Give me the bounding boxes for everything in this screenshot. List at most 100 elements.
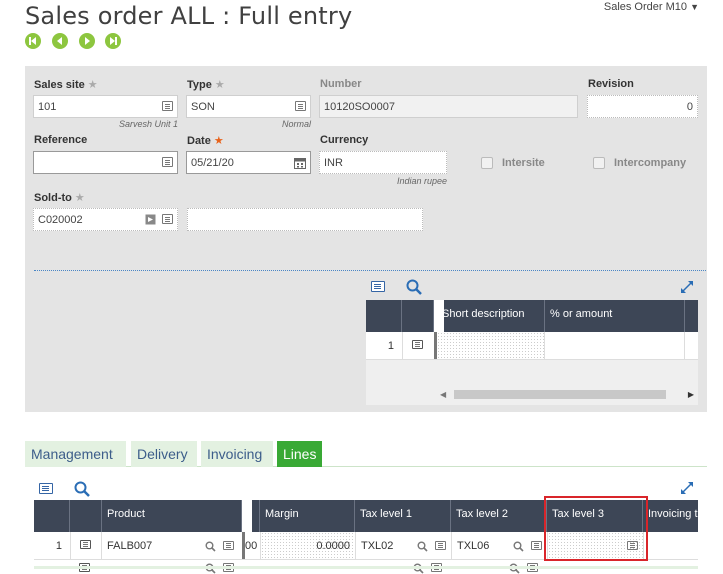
tax-level-2-value: TXL06: [457, 540, 490, 552]
row-number-header: [366, 300, 402, 332]
sales-site-field[interactable]: 101: [33, 95, 178, 118]
product-cell[interactable]: FALB007: [102, 532, 242, 559]
tab-delivery[interactable]: Delivery: [131, 441, 197, 467]
invoicing-cell[interactable]: [643, 532, 698, 559]
intersite-checkbox[interactable]: [481, 157, 493, 169]
margin-cell[interactable]: 0.0000: [260, 532, 355, 559]
column-header-invoicing[interactable]: Invoicing t: [643, 500, 698, 532]
first-record-icon[interactable]: [25, 33, 41, 49]
hidden-column-cell[interactable]: 00: [245, 532, 260, 559]
row-action-cell[interactable]: [402, 332, 434, 359]
reference-field[interactable]: [33, 151, 178, 174]
selection-icon[interactable]: [162, 101, 173, 111]
sold-to-label: Sold-to ★: [34, 192, 85, 204]
date-field[interactable]: 05/21/20: [186, 151, 311, 174]
column-header-percent-amount[interactable]: % or amount: [545, 300, 685, 332]
grid-list-icon[interactable]: [39, 483, 53, 494]
revision-label: Revision: [588, 78, 634, 90]
tunnel-icon[interactable]: [145, 214, 156, 228]
row-action-cell[interactable]: [70, 532, 102, 559]
last-record-icon[interactable]: [105, 33, 121, 49]
row-number-header: [34, 500, 70, 532]
selection-icon[interactable]: [531, 541, 542, 550]
highlight-box: [544, 496, 648, 561]
tax-level-1-cell[interactable]: TXL02: [355, 532, 451, 559]
revision-field[interactable]: 0: [587, 95, 698, 118]
currency-description: Indian rupee: [396, 176, 447, 186]
tab-lines[interactable]: Lines: [277, 441, 322, 467]
tax-level-2-cell[interactable]: TXL06: [451, 532, 547, 559]
currency-value: INR: [324, 157, 343, 169]
previous-record-icon[interactable]: [52, 33, 68, 49]
column-header-product[interactable]: Product: [102, 500, 242, 532]
tax-level-1-value: TXL02: [361, 540, 394, 552]
product-value: FALB007: [107, 540, 153, 552]
row-number: 1: [387, 340, 394, 352]
horizontal-scrollbar[interactable]: ◀ ▶: [440, 389, 694, 400]
row-action-header: [70, 500, 102, 532]
lookup-icon[interactable]: [205, 541, 216, 552]
tab-management[interactable]: Management: [25, 441, 126, 467]
calendar-icon[interactable]: [294, 157, 306, 172]
sold-to-name-field: [187, 208, 423, 231]
row-number: 1: [55, 540, 62, 552]
function-menu[interactable]: Sales Order M10 ▼: [604, 1, 699, 13]
number-value: 10120SO0007: [324, 101, 395, 113]
expand-icon[interactable]: [680, 280, 694, 299]
reference-label: Reference: [34, 134, 88, 146]
grid-search-icon[interactable]: [74, 481, 90, 497]
caret-down-icon: ▼: [690, 2, 699, 12]
column-header-margin[interactable]: Margin: [260, 500, 355, 532]
type-field[interactable]: SON: [186, 95, 311, 118]
type-description: Normal: [281, 119, 311, 129]
sold-to-field[interactable]: C020002: [33, 208, 178, 231]
function-menu-label: Sales Order M10: [603, 1, 688, 13]
currency-field[interactable]: INR: [319, 151, 447, 174]
selection-icon[interactable]: [295, 101, 306, 111]
sales-site-description: Sarvesh Unit 1: [118, 119, 178, 129]
required-star-icon: ★: [213, 135, 224, 147]
currency-label: Currency: [320, 134, 369, 146]
date-value: 05/21/20: [191, 157, 234, 169]
next-record-icon[interactable]: [79, 33, 95, 49]
number-label: Number: [320, 78, 362, 90]
intersite-label: Intersite: [502, 157, 545, 169]
row-action-header: [402, 300, 434, 332]
section-divider: [34, 270, 706, 271]
scrollbar-thumb[interactable]: [454, 390, 666, 399]
sales-site-value: 101: [38, 101, 57, 113]
intercompany-checkbox[interactable]: [593, 157, 605, 169]
tab-invoicing[interactable]: Invoicing: [201, 441, 273, 467]
type-value: SON: [191, 101, 215, 113]
optional-star-icon: ★: [87, 79, 98, 91]
row-detail-icon[interactable]: [412, 340, 423, 349]
sold-to-value: C020002: [38, 214, 83, 226]
selection-icon[interactable]: [162, 157, 173, 167]
description-grid-header: Short description % or amount: [366, 300, 698, 332]
scroll-right-icon[interactable]: ▶: [688, 390, 694, 399]
expand-icon[interactable]: [680, 481, 694, 500]
selection-icon[interactable]: [435, 541, 446, 550]
selection-icon[interactable]: [223, 541, 234, 550]
date-label: Date ★: [187, 135, 224, 147]
column-header-tax-level-1[interactable]: Tax level 1: [355, 500, 451, 532]
page-title: Sales order ALL : Full entry: [25, 2, 353, 30]
grid-list-icon[interactable]: [371, 281, 385, 292]
type-label: Type ★: [187, 79, 225, 91]
short-description-cell[interactable]: [437, 332, 545, 359]
grid-search-icon[interactable]: [406, 279, 422, 295]
tab-bar-line: [25, 466, 707, 467]
table-row[interactable]: 1: [366, 332, 698, 360]
column-header-short-description[interactable]: Short description: [437, 300, 545, 332]
intercompany-label: Intercompany: [614, 157, 687, 169]
column-header-hidden[interactable]: [245, 500, 260, 532]
row-detail-icon[interactable]: [80, 540, 91, 549]
column-header-tax-level-2[interactable]: Tax level 2: [451, 500, 547, 532]
lookup-icon[interactable]: [417, 541, 428, 552]
scroll-left-icon[interactable]: ◀: [440, 390, 446, 399]
optional-star-icon: ★: [74, 192, 85, 204]
lookup-icon[interactable]: [513, 541, 524, 552]
selection-icon[interactable]: [162, 214, 173, 224]
percent-amount-cell[interactable]: [545, 332, 685, 359]
number-field: 10120SO0007: [319, 95, 578, 118]
